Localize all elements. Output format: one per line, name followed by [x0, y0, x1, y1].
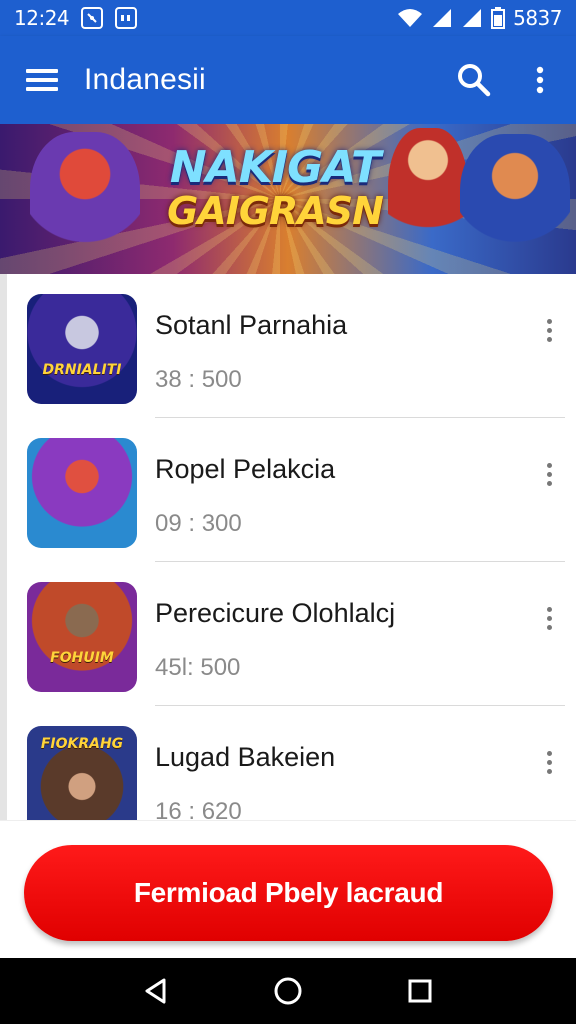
download-button[interactable]: Fermioad Pbely lacraud: [24, 845, 553, 941]
thumbnail-label: FOHUIM: [50, 650, 114, 666]
more-vert-icon: [546, 318, 552, 324]
game-meta: 38 : 500: [155, 366, 242, 393]
list-item[interactable]: DRNIALITI Sotanl Parnahia 38 : 500: [7, 274, 576, 418]
more-vert-icon: [546, 606, 552, 612]
game-meta: 45l: 500: [155, 654, 241, 681]
game-meta: 16 : 620: [155, 798, 242, 820]
promo-banner[interactable]: NAKIGAT GAIGRASN: [0, 124, 576, 274]
game-title: Perecicure Olohlalcj: [155, 598, 396, 628]
status-bar: 12:24 5837: [0, 0, 576, 36]
wifi-icon: [398, 9, 423, 27]
more-vert-icon: [546, 750, 552, 756]
system-nav-bar: [0, 958, 576, 1024]
game-thumbnail: FOHUIM: [27, 582, 137, 692]
back-button[interactable]: [128, 963, 184, 1019]
game-title: Lugad Bakeien: [155, 742, 336, 772]
banner-character-left: [30, 132, 140, 272]
recents-square-icon: [408, 979, 432, 1003]
search-button[interactable]: [448, 56, 500, 104]
banner-character-right: [460, 134, 570, 274]
recents-button[interactable]: [392, 963, 448, 1019]
app-bar: Indanesii: [0, 36, 576, 124]
signal-icon: [433, 9, 452, 27]
banner-character-middle: [388, 128, 468, 274]
list-item[interactable]: FIOKRAHG Lugad Bakeien 16 : 620: [7, 706, 576, 820]
bottom-action-area: Fermioad Pbely lacraud: [0, 820, 576, 958]
game-list: DRNIALITI Sotanl Parnahia 38 : 500 Ropel…: [0, 274, 576, 820]
battery-level: 5837: [513, 6, 562, 30]
more-options-button[interactable]: [516, 56, 564, 104]
item-more-button[interactable]: [531, 744, 567, 780]
search-icon: [458, 64, 491, 97]
media-icon: [115, 7, 138, 29]
thumbnail-label: DRNIALITI: [42, 362, 122, 378]
game-meta: 09 : 300: [155, 510, 242, 537]
home-circle-icon: [274, 977, 302, 1005]
battery-icon: [491, 7, 506, 29]
thumbnail-label: FIOKRAHG: [40, 736, 124, 752]
item-more-button[interactable]: [531, 456, 567, 492]
item-more-button[interactable]: [531, 312, 567, 348]
item-more-button[interactable]: [531, 600, 567, 636]
home-button[interactable]: [260, 963, 316, 1019]
more-vert-icon: [546, 462, 552, 468]
more-vert-icon: [536, 66, 544, 94]
back-triangle-icon: [145, 978, 166, 1004]
game-title: Ropel Pelakcia: [155, 454, 336, 484]
list-item[interactable]: Ropel Pelakcia 09 : 300: [7, 418, 576, 562]
hamburger-menu-icon: [26, 69, 58, 91]
banner-logo-line1: NAKIGAT: [169, 142, 381, 193]
banner-logo-line2: GAIGRASN: [167, 189, 384, 233]
download-button-label: Fermioad Pbely lacraud: [133, 877, 444, 908]
menu-button[interactable]: [0, 36, 84, 124]
list-item[interactable]: FOHUIM Perecicure Olohlalcj 45l: 500: [7, 562, 576, 706]
banner-logo: NAKIGAT GAIGRASN: [160, 142, 390, 233]
game-thumbnail: DRNIALITI: [27, 294, 137, 404]
game-thumbnail: FIOKRAHG: [27, 726, 137, 820]
game-title: Sotanl Parnahia: [155, 310, 348, 340]
game-thumbnail: [27, 438, 137, 548]
status-time: 12:24: [14, 6, 70, 30]
app-title: Indanesii: [84, 63, 206, 96]
signal-icon: [463, 9, 482, 27]
notification-icon: [81, 7, 104, 29]
